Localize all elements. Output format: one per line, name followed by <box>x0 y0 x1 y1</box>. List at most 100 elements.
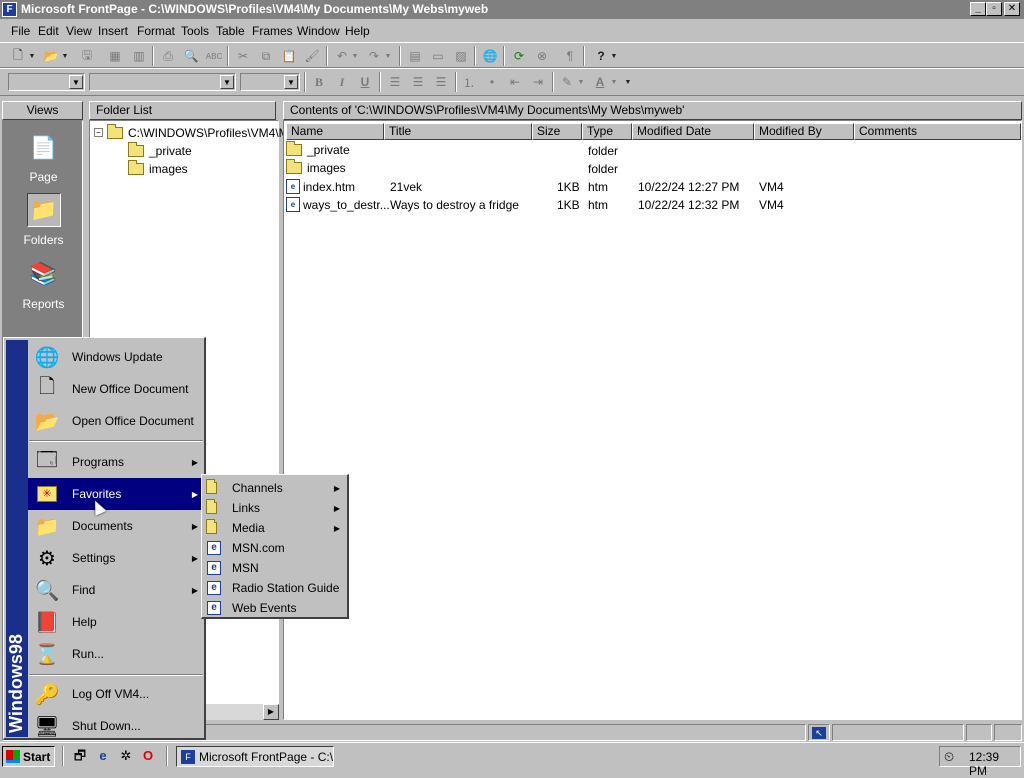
redo-dropdown-icon[interactable]: ▼ <box>383 47 393 65</box>
start-item-documents[interactable]: 📁 Documents ▶ <box>28 510 204 542</box>
collapse-icon[interactable]: − <box>94 128 103 137</box>
highlight-color-icon[interactable]: ✎ <box>558 73 576 91</box>
print-preview-icon[interactable]: 🔍 <box>182 47 200 65</box>
channels-icon[interactable]: ✲ <box>118 748 134 764</box>
format-painter-icon[interactable]: 🖌 <box>303 47 321 65</box>
align-right-icon[interactable]: ☰ <box>432 73 450 91</box>
view-reports[interactable]: 📚 Reports <box>3 257 84 311</box>
copy-icon[interactable]: ⧉ <box>257 47 275 65</box>
help-icon[interactable]: ? <box>592 47 610 65</box>
scroll-right-icon[interactable]: ▶ <box>263 704 279 720</box>
font-combo[interactable]: ▼ <box>89 73 236 91</box>
stop-icon[interactable]: ⊗ <box>533 47 551 65</box>
insert-table-icon[interactable]: ▭ <box>429 47 447 65</box>
cut-icon[interactable]: ✂ <box>234 47 252 65</box>
font-color-button[interactable]: A <box>591 73 609 91</box>
tree-item-private[interactable]: _private <box>128 141 192 159</box>
help-dropdown-icon[interactable]: ▼ <box>609 47 619 65</box>
undo-dropdown-icon[interactable]: ▼ <box>350 47 360 65</box>
column-header-type[interactable]: Type <box>582 123 632 140</box>
start-item-find[interactable]: 🔍 Find ▶ <box>28 574 204 606</box>
font-size-combo[interactable]: ▼ <box>240 73 300 91</box>
insert-picture-icon[interactable]: ▨ <box>452 47 470 65</box>
menu-insert[interactable]: Insert <box>98 24 128 38</box>
redo-icon[interactable]: ↷ <box>365 47 383 65</box>
start-item-favorites[interactable]: ✳ Favorites ▶ <box>28 478 204 510</box>
font-color-dropdown-icon[interactable]: ▼ <box>609 73 619 91</box>
favorites-item-radio-station-guide[interactable]: e Radio Station Guide <box>204 578 346 598</box>
column-header-modified-by[interactable]: Modified By <box>754 123 854 140</box>
menu-window[interactable]: Window <box>297 24 340 38</box>
menu-help[interactable]: Help <box>345 24 370 38</box>
column-header-comments[interactable]: Comments <box>854 123 1021 140</box>
column-header-name[interactable]: Name <box>286 123 384 140</box>
start-item-run[interactable]: ⌛ Run... <box>28 638 204 670</box>
table-row[interactable]: images <box>286 159 346 175</box>
favorites-item-web-events[interactable]: e Web Events <box>204 598 346 618</box>
tree-root[interactable]: − C:\WINDOWS\Profiles\VM4\M <box>94 123 289 141</box>
opera-icon[interactable]: O <box>140 748 156 764</box>
menu-file[interactable]: File <box>11 24 30 38</box>
save-icon[interactable]: 🖫 <box>78 47 96 65</box>
increase-indent-icon[interactable]: ⇥ <box>529 73 547 91</box>
start-item-shut-down[interactable]: 🖥 Shut Down... <box>28 710 204 742</box>
open-dropdown-icon[interactable]: ▼ <box>60 47 70 65</box>
align-center-icon[interactable]: ☰ <box>409 73 427 91</box>
print-icon[interactable]: ⎙ <box>159 47 177 65</box>
open-folder-icon[interactable]: 📂 <box>42 47 60 65</box>
spelling-icon[interactable]: ABC <box>205 47 223 65</box>
style-combo[interactable]: ▼ <box>8 73 85 91</box>
start-item-new-office-document[interactable]: 🗋 New Office Document <box>28 373 204 405</box>
start-item-settings[interactable]: ⚙ Settings ▶ <box>28 542 204 574</box>
menu-frames[interactable]: Frames <box>252 24 293 38</box>
tree-item-images[interactable]: images <box>128 159 188 177</box>
toolbar-options-icon[interactable]: ▼ <box>623 73 633 91</box>
folder-list-icon[interactable]: ▥ <box>130 47 148 65</box>
favorites-item-media[interactable]: Media ▶ <box>204 518 346 538</box>
paste-icon[interactable]: 📋 <box>280 47 298 65</box>
menu-table[interactable]: Table <box>216 24 245 38</box>
table-row[interactable]: e ways_to_destr... <box>286 197 390 212</box>
show-all-icon[interactable]: ¶ <box>561 47 579 65</box>
close-button[interactable]: ✕ <box>1004 2 1020 16</box>
numbering-icon[interactable]: ⒈ <box>460 73 478 91</box>
column-header-size[interactable]: Size <box>532 123 582 140</box>
column-header-modified-date[interactable]: Modified Date <box>632 123 754 140</box>
taskbar-frontpage-button[interactable]: F Microsoft FrontPage - C:\... <box>176 746 334 767</box>
insert-component-icon[interactable]: ▤ <box>406 47 424 65</box>
show-desktop-icon[interactable]: 🗗 <box>72 748 88 764</box>
start-item-programs[interactable]: 🗔 Programs ▶ <box>28 446 204 478</box>
start-item-help[interactable]: 📕 Help <box>28 606 204 638</box>
view-page[interactable]: 📄 Page <box>3 131 84 184</box>
menu-format[interactable]: Format <box>137 24 175 38</box>
favorites-item-links[interactable]: Links ▶ <box>204 498 346 518</box>
start-item-windows-update[interactable]: 🌐 Windows Update <box>28 341 204 373</box>
chevron-down-icon[interactable]: ▼ <box>284 75 298 89</box>
menu-view[interactable]: View <box>66 24 92 38</box>
table-row[interactable]: e index.htm <box>286 179 355 194</box>
start-button[interactable]: Start <box>2 746 55 767</box>
refresh-icon[interactable]: ⟳ <box>510 47 528 65</box>
minimize-button[interactable]: _ <box>970 2 986 16</box>
decrease-indent-icon[interactable]: ⇤ <box>506 73 524 91</box>
italic-button[interactable]: I <box>333 73 351 91</box>
table-row[interactable]: _private <box>286 141 350 157</box>
publish-web-icon[interactable]: ▦ <box>106 47 124 65</box>
chevron-down-icon[interactable]: ▼ <box>69 75 83 89</box>
menu-tools[interactable]: Tools <box>181 24 209 38</box>
start-item-log-off[interactable]: 🔑 Log Off VM4... <box>28 678 204 710</box>
start-item-open-office-document[interactable]: 📂 Open Office Document <box>28 405 204 437</box>
internet-explorer-icon[interactable]: e <box>95 748 111 764</box>
menu-edit[interactable]: Edit <box>38 24 59 38</box>
view-folders[interactable]: 📁 Folders <box>3 193 84 247</box>
highlight-dropdown-icon[interactable]: ▼ <box>576 73 586 91</box>
favorites-item-msn-com[interactable]: e MSN.com <box>204 538 346 558</box>
new-dropdown-icon[interactable]: ▼ <box>27 47 37 65</box>
new-page-icon[interactable]: 🗋 <box>9 47 27 65</box>
align-left-icon[interactable]: ☰ <box>386 73 404 91</box>
bullets-icon[interactable]: • <box>483 73 501 91</box>
favorites-item-msn[interactable]: e MSN <box>204 558 346 578</box>
underline-button[interactable]: U <box>356 73 374 91</box>
clock[interactable]: 12:39 PM <box>969 750 1020 778</box>
hyperlink-icon[interactable]: 🌐 <box>481 47 499 65</box>
